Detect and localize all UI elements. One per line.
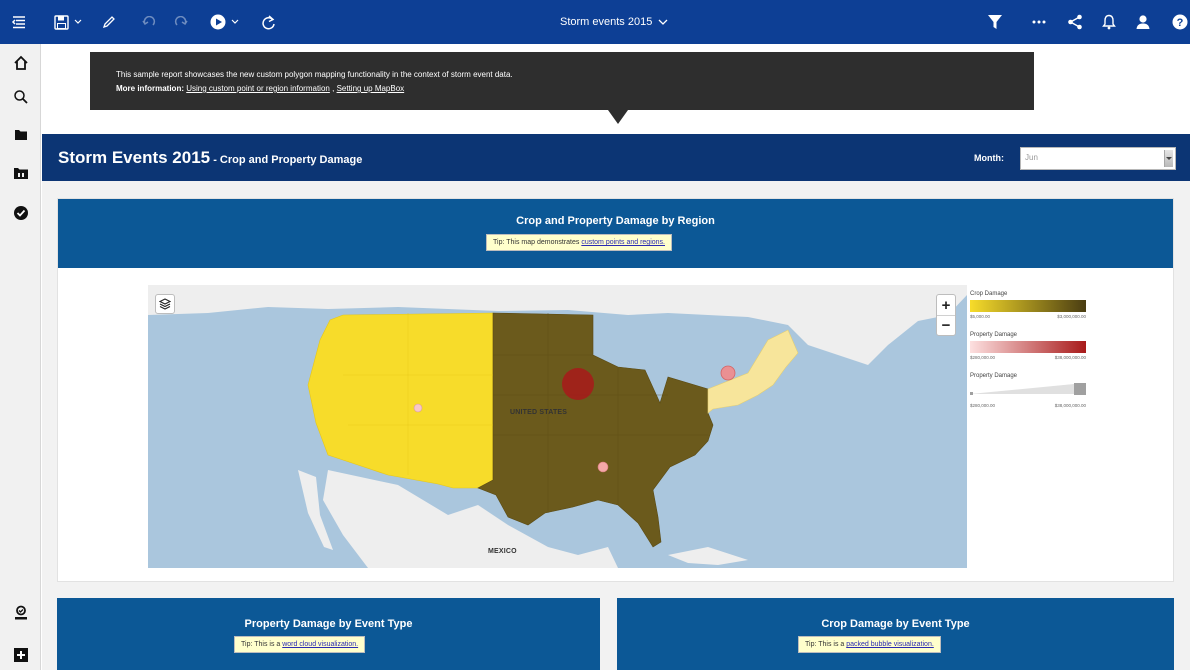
legend-property-size: Property Damage $280,000.00 $38,000,000.0… [970,373,1090,408]
property-damage-card-title: Property Damage by Event Type [244,618,413,630]
property-damage-tip-text: Tip: This is a [241,641,283,648]
profile-icon[interactable] [0,598,41,628]
page-title-main: Storm Events 2015 [58,148,211,167]
zoom-out-button[interactable]: − [937,315,955,335]
property-damage-tip-link[interactable]: word cloud visualization. [282,641,358,648]
bell-icon[interactable] [1098,0,1120,44]
report-title: Storm events 2015 [560,16,653,28]
legend-property-size-min: $280,000.00 [970,403,996,408]
choropleth-map[interactable]: UNITED STATES MEXICO + − [148,285,967,568]
pencil-icon[interactable] [98,0,120,44]
map-tip-link[interactable]: custom points and regions. [581,239,665,246]
region-west [307,312,494,489]
zoom-in-button[interactable]: + [937,295,955,315]
redo-icon[interactable] [170,0,192,44]
filter-icon[interactable] [984,0,1006,44]
check-icon[interactable] [0,198,41,228]
layers-icon[interactable] [155,294,175,314]
legend-crop: Crop Damage $5,000.00 $3,000,000.00 [970,291,1090,319]
legend-property-color-max: $38,000,000.00 [1054,355,1086,360]
run-options-chevron-icon[interactable] [230,0,240,44]
map-card: Crop and Property Damage by Region Tip: … [57,198,1174,582]
report-title-menu[interactable]: Storm events 2015 [560,0,668,44]
label-united-states: UNITED STATES [510,409,568,416]
save-icon[interactable] [50,0,72,44]
info-tooltip: This sample report showcases the new cus… [90,52,1034,110]
legend-crop-title: Crop Damage [970,291,1008,297]
crop-damage-card-title: Crop Damage by Event Type [821,618,970,630]
legend-property-color-title: Property Damage [970,332,1018,338]
crop-damage-card: Crop Damage by Event Type Tip: This is a… [617,598,1174,670]
page-subtitle: - Crop and Property Damage [210,154,363,166]
map-card-header: Crop and Property Damage by Region Tip: … [58,199,1173,268]
property-damage-tip: Tip: This is a word cloud visualization. [234,636,366,653]
page-title: Storm Events 2015 - Crop and Property Da… [58,148,362,168]
legend-size-scale [970,383,1086,395]
home-icon[interactable] [0,48,41,78]
info-line-2: More information: Using custom point or … [116,82,1034,96]
report-banner: Storm Events 2015 - Crop and Property Da… [42,134,1190,181]
folder-icon[interactable] [0,120,41,150]
report-canvas: This sample report showcases the new cus… [42,44,1190,670]
chevron-down-icon[interactable] [72,0,84,44]
search-icon[interactable] [0,82,41,112]
user-icon[interactable] [1132,0,1154,44]
crop-damage-tip: Tip: This is a packed bubble visualizati… [798,636,941,653]
bubble-northeast [720,365,736,381]
refresh-icon[interactable] [258,0,280,44]
crop-damage-tip-link[interactable]: packed bubble visualization. [846,641,934,648]
legend-crop-min: $5,000.00 [970,314,991,319]
map-tip-text: Tip: This map demonstrates [493,239,582,246]
info-strip: This sample report showcases the new cus… [42,44,1190,134]
legend-property-color: Property Damage $280,000.00 $38,000,000.0… [970,332,1090,360]
share-icon[interactable] [1064,0,1086,44]
zoom-control: + − [936,294,956,336]
map-card-title: Crop and Property Damage by Region [516,215,715,227]
hamburger-icon[interactable] [6,0,32,44]
new-icon[interactable] [0,640,41,670]
tooltip-arrow [608,110,628,124]
month-select-value: Jun [1025,153,1038,162]
legend-property-size-title: Property Damage [970,373,1018,379]
legend-crop-max: $3,000,000.00 [1057,314,1086,319]
region-central-south [477,312,719,548]
map-tip: Tip: This map demonstrates custom points… [486,234,672,251]
legend-property-gradient [970,341,1086,353]
link-custom-point-region[interactable]: Using custom point or region information [186,84,330,93]
bubble-west [413,403,423,413]
cuba-land [668,547,748,565]
label-mexico: MEXICO [488,548,517,555]
property-damage-card: Property Damage by Event Type Tip: This … [57,598,600,670]
team-folder-icon[interactable] [0,158,41,188]
svg-text:?: ? [1177,17,1184,29]
dropdown-arrow-icon[interactable] [1164,150,1173,167]
crop-damage-tip-text: Tip: This is a [805,641,847,648]
bubble-southcentral [597,461,609,473]
month-select[interactable]: Jun [1020,147,1176,170]
chevron-down-icon [658,19,668,25]
help-icon[interactable]: ? [1170,0,1190,44]
legend-property-color-min: $280,000.00 [970,355,996,360]
legend-crop-gradient [970,300,1086,312]
left-navigation-rail [0,44,41,670]
info-line-1: This sample report showcases the new cus… [116,70,513,79]
more-icon[interactable] [1028,0,1050,44]
undo-icon[interactable] [138,0,160,44]
month-label: Month: [974,153,1004,163]
bubble-central [562,368,594,400]
more-info-label: More information: [116,84,184,93]
legend-property-size-max: $38,000,000.00 [1054,403,1086,408]
play-icon[interactable] [208,0,228,44]
map-legend: Crop Damage $5,000.00 $3,000,000.00 Prope… [970,291,1090,421]
link-setting-up-mapbox[interactable]: Setting up MapBox [337,84,405,93]
top-toolbar: Storm events 2015 ? [0,0,1190,44]
